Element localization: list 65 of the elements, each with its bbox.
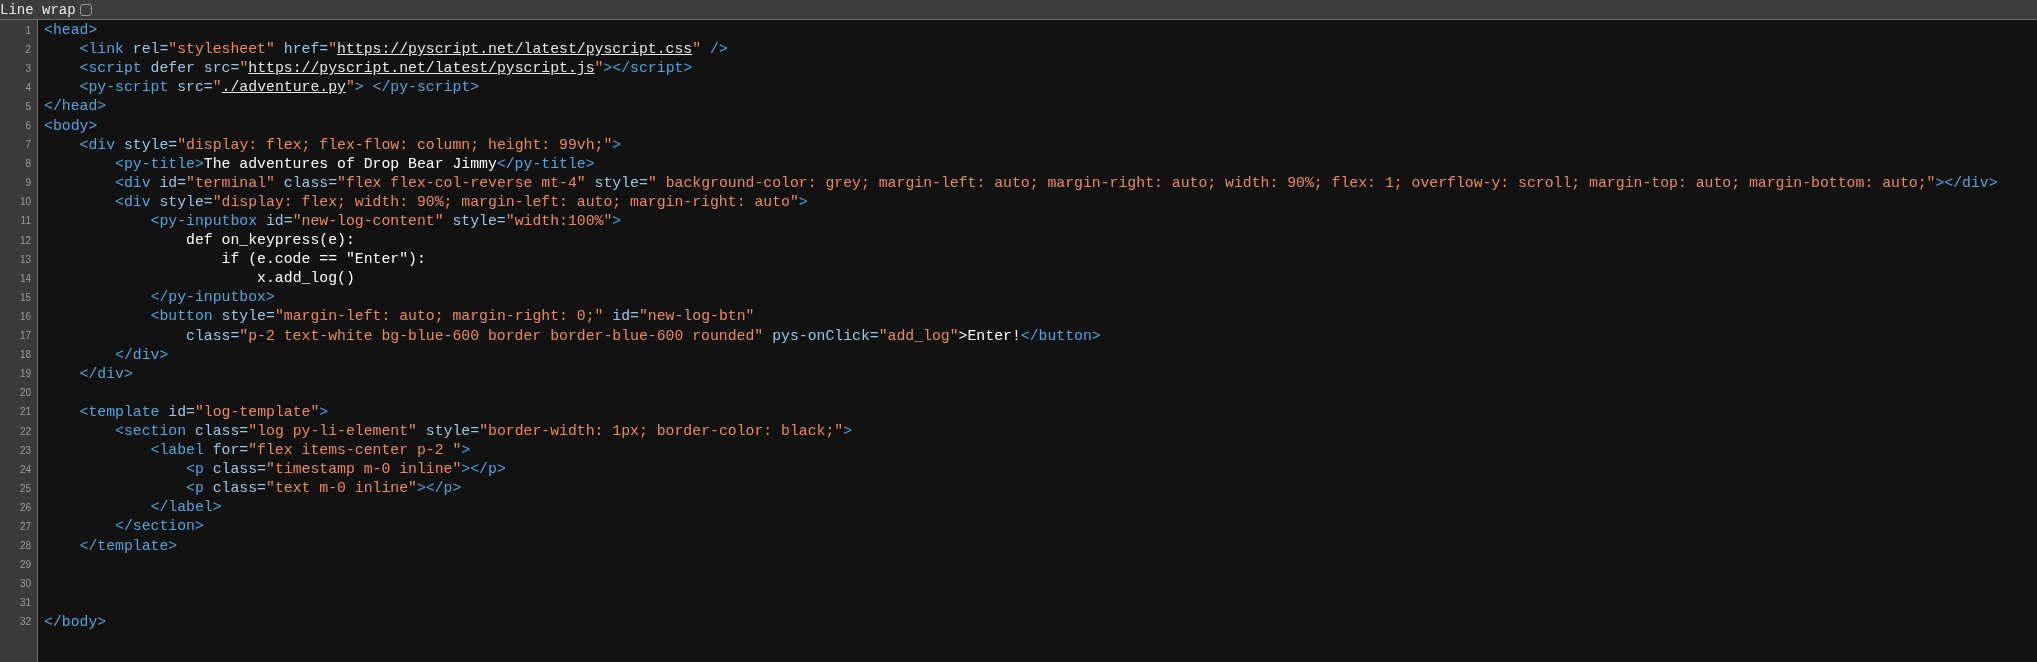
- code-line: <p class="text m-0 inline"></p>: [186, 480, 462, 498]
- line-number: 17: [19, 330, 31, 343]
- code-line: <body>: [44, 117, 98, 135]
- line-number: 27: [19, 521, 31, 533]
- code-line: <script defer src="https://pyscript.net/latest/pyscript.js"></script>: [79, 60, 693, 78]
- line-number: 19: [19, 368, 31, 381]
- code-line: <section class="log py-li-element" style="border-width: 1px; border-color: black;">: [115, 423, 853, 440]
- line-number: 6: [25, 120, 31, 132]
- line-number: 16: [19, 310, 31, 323]
- code-line: </div>: [79, 365, 133, 383]
- code-line: <div style="display: flex; width: 90%; margin-left: auto; margin-right: auto">: [115, 193, 808, 211]
- code-line: <p class="timestamp m-0 inline"></p>: [186, 461, 506, 479]
- code-line: <py-inputbox id="new-log-content" style="width:100%">: [150, 213, 622, 230]
- line-number: 9: [25, 177, 31, 190]
- line-wrap-label: Line wrap: [0, 1, 76, 18]
- code-line: <py-title>The adventures of Drop Bear Jimmy</py-title>: [115, 155, 595, 173]
- code-line: <div id="terminal" class="flex flex-col-reverse mt-4" style=" background-color: grey; margin-left: auto; margin-right: auto; width: 90%; flex: 1; overflow-y: scroll; margin-top: auto; margin-bottom: auto;"></div>: [115, 174, 1998, 192]
- code-line: class="p-2 text-white bg-blue-600 border border-blue-600 rounded" pys-onClick="add_log">Enter!</button>: [186, 327, 1101, 345]
- code-link[interactable]: https://pyscript.net/latest/pyscript.js: [248, 60, 595, 77]
- line-number: 15: [19, 291, 31, 304]
- code-link[interactable]: https://pyscript.net/latest/pyscript.css: [337, 41, 693, 58]
- line-number: 5: [25, 100, 31, 113]
- line-wrap-checkbox[interactable]: [79, 3, 92, 16]
- line-number: 22: [19, 425, 31, 438]
- line-number: 21: [19, 406, 31, 419]
- code-line: if (e.code == "Enter"):: [221, 251, 426, 269]
- line-number: 3: [25, 62, 31, 75]
- code-line: <label for="flex items-center p-2 ">: [150, 442, 471, 460]
- code-line: <link rel="stylesheet" href="https://pyscript.net/latest/pyscript.css" />: [79, 41, 728, 59]
- line-number: 10: [19, 196, 31, 209]
- code-line: <template id="log-template">: [79, 403, 329, 421]
- code-line: <py-script src="./adventure.py"> </py-script>: [79, 79, 480, 97]
- code-line: </section>: [115, 518, 204, 536]
- line-number: 23: [19, 444, 31, 457]
- line-number: 32: [19, 616, 31, 629]
- code-line: </label>: [150, 499, 222, 517]
- code-line: </py-inputbox>: [150, 289, 275, 307]
- code-line: <div style="display: flex; flex-flow: column; height: 99vh;">: [79, 136, 622, 154]
- line-number: 14: [19, 272, 31, 285]
- code-line: def on_keypress(e):: [186, 232, 355, 250]
- line-number: 2: [25, 43, 31, 56]
- code-line: </head>: [44, 98, 107, 116]
- code-line: </div>: [115, 346, 169, 364]
- code-line: <head>: [44, 22, 98, 40]
- line-number: 12: [19, 234, 31, 247]
- line-number: 29: [19, 559, 31, 572]
- line-number: 24: [19, 463, 31, 476]
- line-number: 30: [19, 578, 31, 591]
- line-number: 13: [19, 253, 31, 266]
- line-number: 11: [20, 215, 31, 228]
- code-line: x.add_log(): [257, 270, 355, 288]
- line-number: 18: [19, 349, 31, 362]
- line-number: 31: [19, 597, 31, 610]
- line-number: 7: [25, 139, 31, 152]
- code-line: </body>: [44, 613, 107, 631]
- line-number: 26: [19, 501, 31, 514]
- code-link[interactable]: ./adventure.py: [221, 79, 346, 96]
- line-number: 4: [25, 81, 31, 94]
- code-line: <button style="margin-left: auto; margin-right: 0;" id="new-log-btn": [150, 308, 755, 326]
- line-number: 1: [25, 24, 31, 37]
- line-number: 20: [19, 387, 31, 400]
- code-line: </template>: [79, 537, 178, 555]
- line-number: 8: [25, 158, 31, 171]
- line-number: 28: [19, 540, 31, 553]
- line-number: 25: [19, 482, 31, 495]
